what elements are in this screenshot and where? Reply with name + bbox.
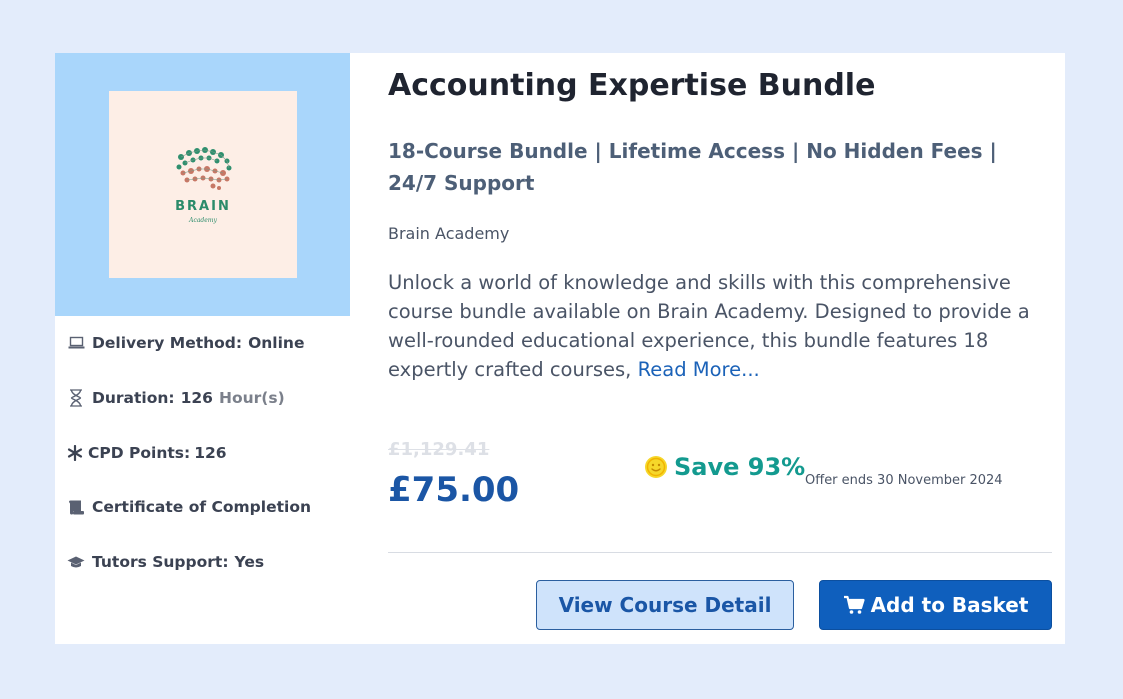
course-provider: Brain Academy	[388, 224, 510, 243]
course-sidebar: BRAIN Academy Delivery Method: Online Du…	[55, 53, 350, 644]
brain-logo-icon	[176, 147, 232, 190]
course-details: Accounting Expertise Bundle 18-Course Bu…	[388, 53, 1053, 644]
save-text: Save 93%	[674, 453, 806, 481]
meta-cpd: CPD Points: 126	[67, 441, 227, 465]
course-subtitle: 18-Course Bundle | Lifetime Access | No …	[388, 139, 997, 195]
course-thumbnail[interactable]: BRAIN Academy	[109, 91, 297, 278]
read-more-link[interactable]: Read More...	[638, 358, 760, 381]
tutors-value: Yes	[234, 553, 265, 571]
save-badge: Save 93%	[644, 453, 805, 481]
logo-subname: Academy	[189, 217, 217, 224]
divider	[388, 552, 1052, 553]
course-thumbnail-area[interactable]: BRAIN Academy	[55, 53, 350, 316]
smiley-icon	[645, 456, 667, 478]
current-price: £75.00	[388, 470, 520, 510]
asterisk-icon	[67, 444, 83, 462]
certificate-label: Certificate of Completion	[92, 498, 311, 516]
laptop-icon	[67, 334, 85, 352]
cpd-label: CPD Points:	[88, 444, 191, 462]
meta-delivery: Delivery Method: Online	[67, 331, 304, 355]
offer-end-text: Offer ends 30 November 2024	[805, 473, 1003, 488]
original-price: £1,129.41	[388, 439, 490, 460]
add-to-basket-button[interactable]: Add to Basket	[819, 580, 1052, 630]
add-to-basket-label: Add to Basket	[870, 593, 1029, 617]
cpd-value: 126	[194, 444, 227, 462]
cart-icon	[843, 595, 865, 615]
tutors-label: Tutors Support:	[92, 553, 229, 571]
course-description: Unlock a world of knowledge and skills w…	[388, 268, 1053, 384]
meta-certificate: Certificate of Completion	[67, 495, 311, 519]
view-course-detail-button[interactable]: View Course Detail	[536, 580, 794, 630]
scroll-icon	[67, 498, 85, 516]
logo-name: BRAIN	[175, 199, 231, 214]
duration-label: Duration:	[92, 389, 175, 407]
meta-tutors: Tutors Support: Yes	[67, 550, 264, 574]
graduation-cap-icon	[67, 553, 85, 571]
view-course-detail-label: View Course Detail	[558, 593, 772, 617]
duration-value: 126	[180, 389, 213, 407]
course-card: BRAIN Academy Delivery Method: Online Du…	[55, 53, 1065, 644]
meta-duration: Duration: 126 Hour(s)	[67, 386, 285, 410]
delivery-label: Delivery Method:	[92, 334, 243, 352]
course-title[interactable]: Accounting Expertise Bundle	[388, 68, 875, 103]
delivery-value: Online	[248, 334, 305, 352]
hourglass-icon	[67, 389, 85, 407]
duration-unit: Hour(s)	[218, 389, 285, 407]
